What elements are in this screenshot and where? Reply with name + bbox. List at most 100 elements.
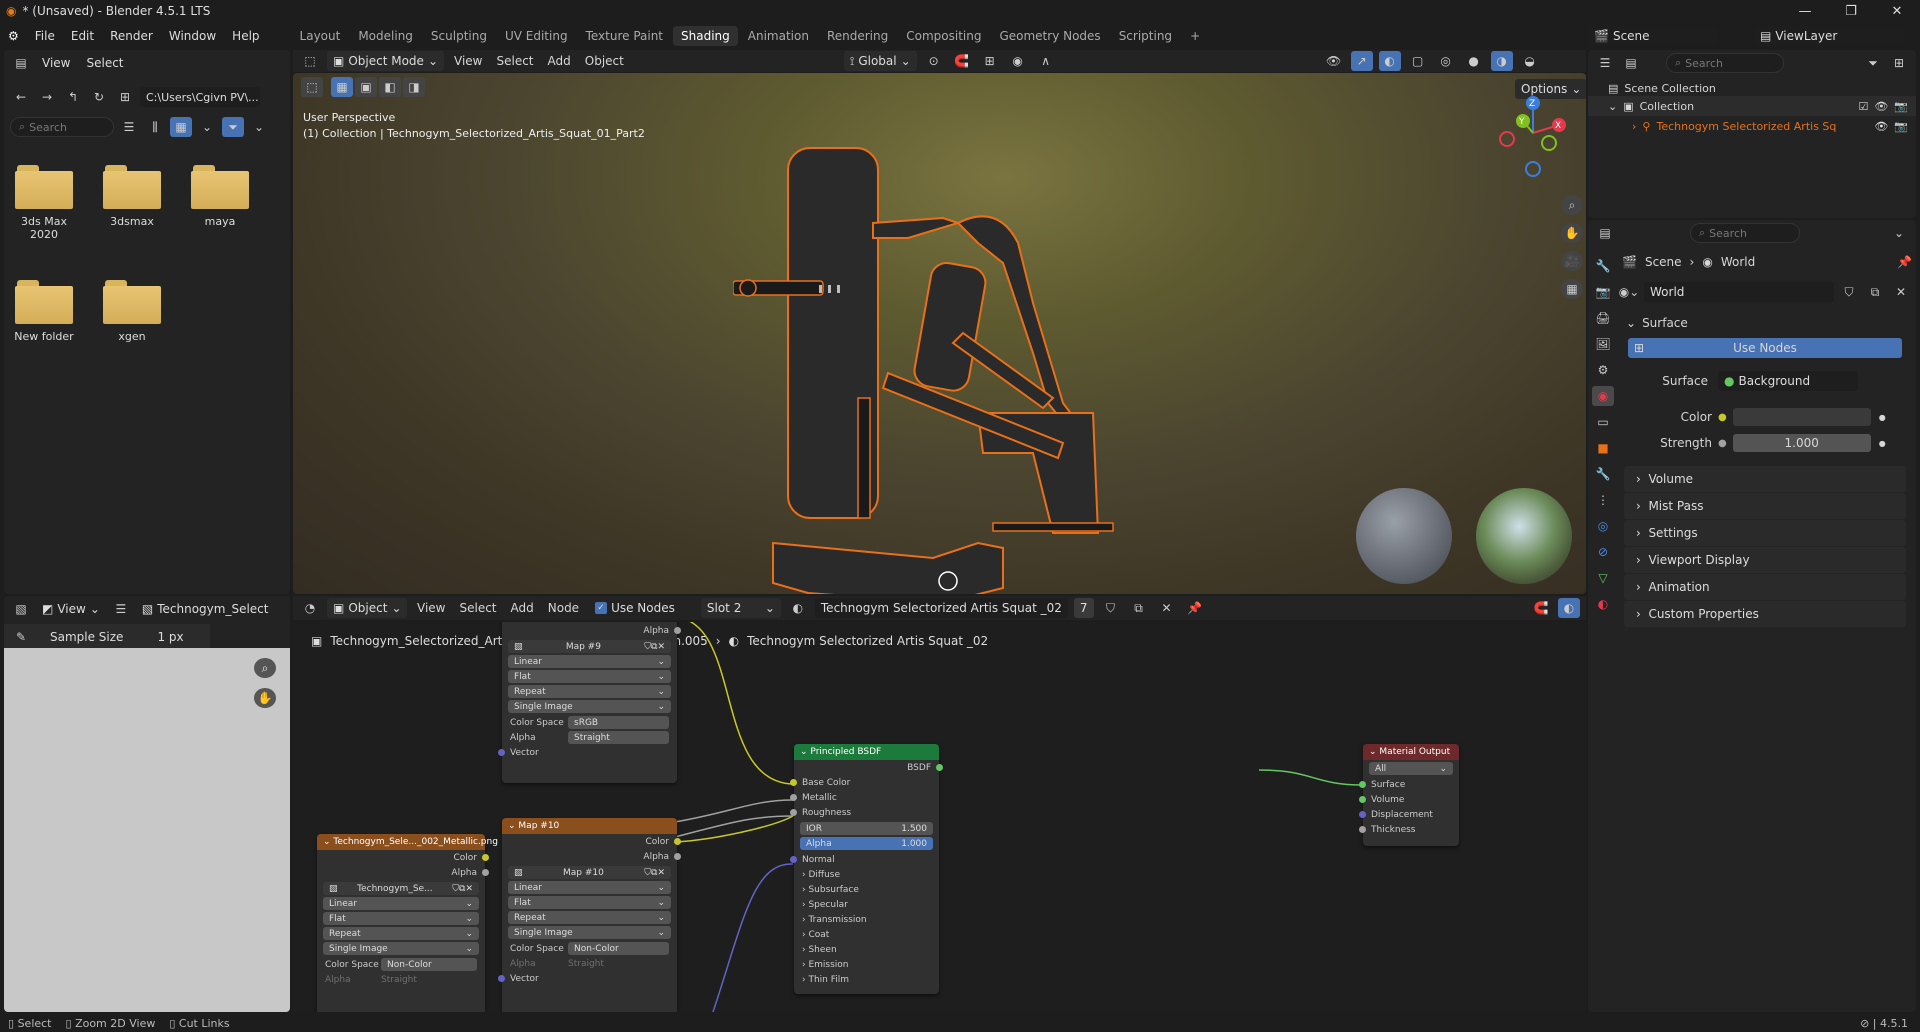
wireframe-shading-icon[interactable]: ◎ — [1435, 51, 1457, 71]
filter-icon[interactable]: ⏷ — [1862, 53, 1884, 73]
principled-bsdf-node[interactable]: ⌄ Principled BSDF BSDF Base Color Metall… — [790, 744, 943, 994]
image-texture-node[interactable]: Color Alpha ▧Map #9⛉⧉✕ Linear⌄ Flat⌄ Rep… — [498, 622, 681, 783]
physics-tab-icon[interactable]: ◎ — [1592, 516, 1614, 536]
tab-scripting[interactable]: Scripting — [1111, 26, 1180, 46]
orientation-dropdown[interactable]: ⟟ Global ⌄ — [843, 51, 917, 71]
zoom-icon[interactable]: ⌕ — [254, 658, 276, 678]
new-folder-icon[interactable]: ⊞ — [114, 87, 136, 107]
ne-select-menu[interactable]: Select — [455, 601, 500, 615]
strength-field[interactable]: 1.000 — [1732, 434, 1871, 452]
pivot-icon[interactable]: ⊙ — [923, 51, 945, 71]
interpolation-dropdown[interactable]: Linear ⌄ — [323, 897, 479, 910]
new-collection-icon[interactable]: ⊞ — [1888, 53, 1910, 73]
menu-window[interactable]: Window — [161, 29, 224, 43]
pan-hand-icon[interactable]: ✋ — [254, 688, 276, 708]
outliner-search-input[interactable]: ⌕ Search — [1666, 53, 1784, 73]
add-workspace-icon[interactable]: + — [1182, 26, 1208, 46]
tab-uv-editing[interactable]: UV Editing — [497, 26, 576, 46]
eye-icon[interactable]: 👁 — [1874, 100, 1888, 113]
section-viewport-display[interactable]: › Viewport Display — [1624, 547, 1906, 573]
solid-shading-icon[interactable]: ● — [1463, 51, 1485, 71]
menu-icon[interactable]: ☰ — [110, 599, 132, 619]
material-name-field[interactable]: Technogym Selectorized Artis Squat _02 — [814, 598, 1068, 618]
editor-type-icon[interactable]: ▤ — [10, 53, 32, 73]
colorspace-dropdown[interactable]: sRGB — [568, 716, 669, 729]
blender-menu-icon[interactable]: ⚙ — [0, 29, 27, 43]
tab-shading[interactable]: Shading — [673, 26, 738, 46]
image-texture-node[interactable]: ⌄ Technogym_Sele..._002_Metallic.png Col… — [317, 834, 498, 1012]
data-tab-icon[interactable]: ▽ — [1592, 568, 1614, 588]
back-icon[interactable]: ← — [10, 87, 32, 107]
select-extend-icon[interactable]: ▣ — [355, 77, 377, 97]
select-box-icon[interactable]: ▦ — [331, 77, 353, 97]
editor-type-icon[interactable]: ◔ — [299, 598, 321, 618]
path-field[interactable]: C:\Users\Cgivn PV\... — [140, 87, 260, 107]
filter-icon[interactable]: ⏷ — [222, 117, 244, 137]
colorspace-dropdown[interactable]: Non-Color — [381, 958, 477, 971]
ior-field[interactable]: IOR 1.500 — [800, 822, 933, 835]
tab-rendering[interactable]: Rendering — [819, 26, 896, 46]
select-intersect-icon[interactable]: ◨ — [403, 77, 425, 97]
surface-shader-field[interactable]: ● Background — [1718, 371, 1858, 391]
panel-specular[interactable]: › Specular — [794, 897, 939, 912]
tab-modeling[interactable]: Modeling — [350, 26, 421, 46]
particles-tab-icon[interactable]: ⋮ — [1592, 490, 1614, 510]
select-subtract-icon[interactable]: ◧ — [379, 77, 401, 97]
pin-icon[interactable]: 📌 — [1184, 598, 1206, 618]
image-canvas[interactable] — [4, 648, 290, 1012]
gizmo-icon[interactable]: ↗ — [1350, 51, 1373, 71]
mode-dropdown[interactable]: ▣ Object Mode ⌄ — [327, 51, 444, 71]
interpolation-dropdown[interactable]: Linear ⌄ — [508, 881, 671, 894]
editor-type-icon[interactable]: ☰ — [1594, 53, 1616, 73]
panel-subsurface[interactable]: › Subsurface — [794, 882, 939, 897]
ortho-grid-icon[interactable]: ▦ — [1561, 279, 1583, 299]
panel-emission[interactable]: › Emission — [794, 957, 939, 972]
image-texture-node[interactable]: ⌄ Map #10 Color Alpha ▧ Map #10 ⛉⧉✕ Linear… — [498, 818, 681, 1012]
image-selector[interactable]: ▧ Map #10 ⛉⧉✕ — [508, 866, 671, 879]
filter-dropdown-icon[interactable]: ⌄ — [248, 117, 270, 137]
tab-animation[interactable]: Animation — [740, 26, 817, 46]
folder-item[interactable]: 3ds Max 2020 — [14, 165, 74, 241]
slot-dropdown[interactable]: Slot 2 ⌄ — [700, 598, 781, 618]
proportional-edit-icon[interactable]: ◉ — [1007, 51, 1029, 71]
fb-select-menu[interactable]: Select — [80, 56, 129, 70]
modifier-tab-icon[interactable]: 🔧 — [1592, 464, 1614, 484]
outliner-row-object[interactable]: › ⚲ Technogym Selectorized Artis Sq 👁 📷 — [1588, 116, 1916, 136]
duplicate-icon[interactable]: ⧉ — [1864, 282, 1886, 302]
material-users-count[interactable]: 7 — [1073, 598, 1094, 618]
pin-icon[interactable]: 📌 — [1897, 255, 1912, 269]
close-button[interactable]: ✕ — [1874, 0, 1920, 22]
use-nodes-checkbox[interactable]: ✓ Use Nodes — [589, 598, 681, 618]
alpha-field[interactable]: Alpha 1.000 — [800, 837, 933, 850]
view-layer-tab-icon[interactable]: 🖼 — [1592, 334, 1614, 354]
outliner-row-collection[interactable]: ⌄ ▣ Collection ☑ 👁 📷 — [1588, 96, 1916, 116]
eye-icon[interactable]: 👁 — [1874, 120, 1888, 133]
folder-item[interactable]: New folder — [14, 280, 74, 343]
target-dropdown[interactable]: All ⌄ — [1369, 762, 1453, 775]
vp-view-menu[interactable]: View — [450, 54, 486, 68]
tab-sculpting[interactable]: Sculpting — [423, 26, 495, 46]
forward-icon[interactable]: → — [36, 87, 58, 107]
overlays-icon[interactable]: ◐ — [1378, 51, 1401, 71]
material-shading-icon[interactable]: ◑ — [1490, 51, 1513, 71]
ne-object-dropdown[interactable]: ▣ Object ⌄ — [327, 598, 407, 618]
constraints-tab-icon[interactable]: ⊘ — [1592, 542, 1614, 562]
source-dropdown[interactable]: Single Image ⌄ — [323, 942, 479, 955]
tab-geometry-nodes[interactable]: Geometry Nodes — [991, 26, 1108, 46]
tab-texture-paint[interactable]: Texture Paint — [578, 26, 671, 46]
node-editor-canvas[interactable]: ▣ Technogym_Selectorized_Artis_Squat_01_… — [293, 622, 1586, 1012]
material-icon[interactable]: ◐ — [787, 598, 809, 618]
material-tab-icon[interactable]: ◐ — [1592, 594, 1614, 614]
section-mist-pass[interactable]: › Mist Pass — [1624, 493, 1906, 519]
image-selector[interactable]: ▧ Technogym_Select — [136, 599, 275, 619]
menu-edit[interactable]: Edit — [63, 29, 102, 43]
unlink-icon[interactable]: ✕ — [1890, 282, 1912, 302]
extension-dropdown[interactable]: Repeat ⌄ — [508, 911, 671, 924]
ne-add-menu[interactable]: Add — [507, 601, 538, 615]
menu-render[interactable]: Render — [102, 29, 161, 43]
vp-select-menu[interactable]: Select — [492, 54, 537, 68]
color-swatch[interactable] — [1732, 408, 1871, 426]
use-nodes-button[interactable]: ⊞ Use Nodes — [1628, 338, 1902, 358]
snap-icon[interactable]: 🧲 — [951, 51, 973, 71]
chevron-down-icon[interactable]: ⌄ — [1888, 223, 1910, 243]
